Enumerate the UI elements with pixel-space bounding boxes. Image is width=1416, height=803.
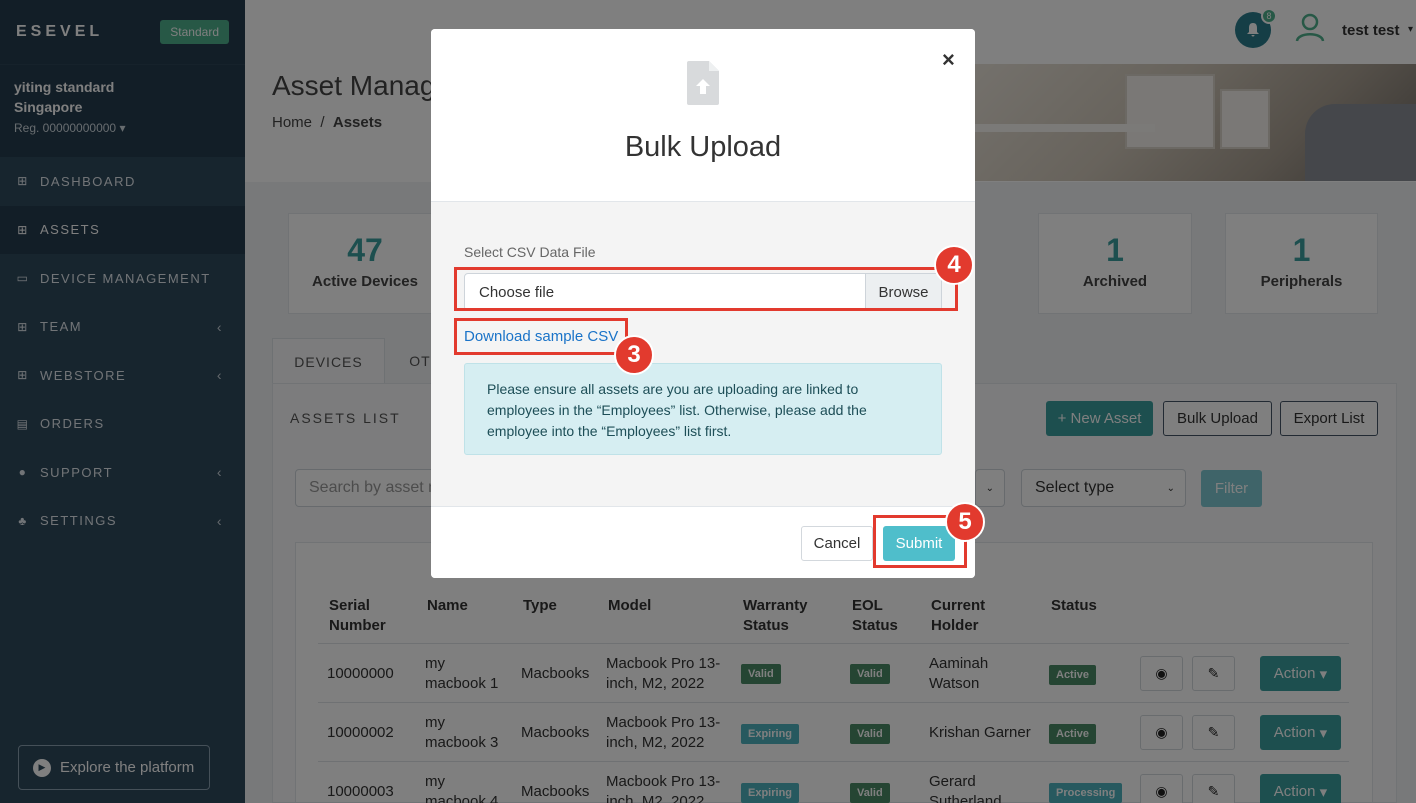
cancel-button[interactable]: Cancel (801, 526, 873, 561)
highlight-download-link (454, 318, 628, 355)
close-icon[interactable]: × (942, 47, 955, 73)
step-5-marker: 5 (945, 502, 985, 542)
modal-header: Bulk Upload × (431, 29, 975, 202)
csv-field-label: Select CSV Data File (464, 244, 596, 260)
file-upload-icon (687, 61, 719, 105)
step-4-marker: 4 (934, 245, 974, 285)
modal-title: Bulk Upload (624, 131, 782, 163)
highlight-file-input (454, 267, 958, 311)
step-3-marker: 3 (614, 335, 654, 375)
employees-notice-alert: Please ensure all assets are you are upl… (464, 363, 942, 455)
